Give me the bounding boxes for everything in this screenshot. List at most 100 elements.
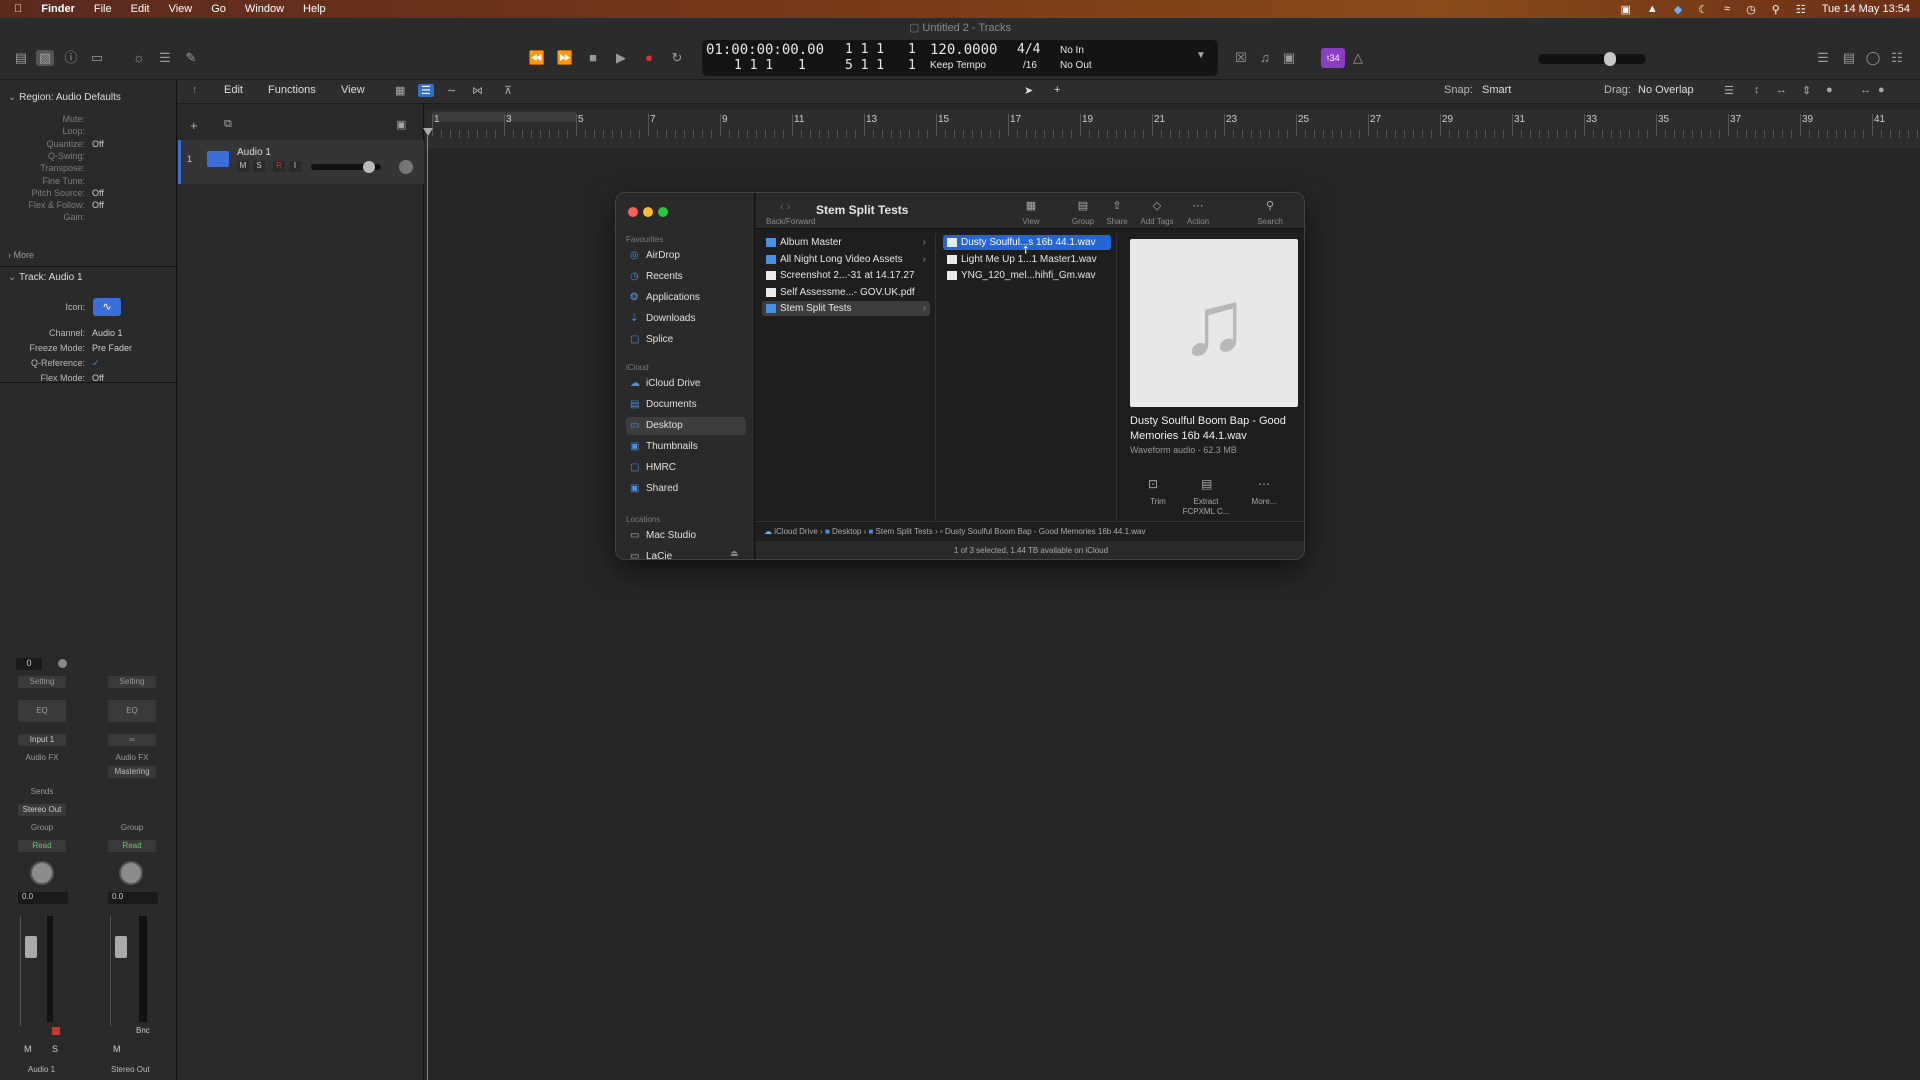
group-label[interactable]: Group	[1068, 217, 1098, 226]
inspector-row-value[interactable]: Off	[92, 188, 104, 198]
replace-icon[interactable]: ☒	[1232, 50, 1250, 66]
extract-icon[interactable]: ▤	[1201, 477, 1212, 491]
control-center-icon[interactable]: ☷	[1796, 3, 1806, 16]
lcd-tempo[interactable]: 120.0000	[930, 42, 997, 58]
pointer-tool-icon[interactable]: ➤	[1024, 84, 1033, 97]
strip2-pan-knob[interactable]	[119, 861, 143, 885]
fast-forward-icon[interactable]: ⏩	[556, 50, 574, 66]
automation-icon[interactable]: ∼	[447, 84, 456, 97]
strip1-value[interactable]: 0	[16, 658, 42, 670]
strip1-sends[interactable]: Sends	[18, 786, 66, 798]
track-solo[interactable]: S	[253, 161, 265, 172]
apple-icon[interactable]: 	[14, 3, 22, 15]
path-desktop[interactable]: Desktop	[832, 527, 861, 536]
strip2-mastering[interactable]: Mastering	[108, 766, 156, 778]
track-inspector-value[interactable]: Audio 1	[92, 328, 123, 338]
menu-view[interactable]: View	[169, 3, 193, 15]
vertical-fit-icon[interactable]: ↕	[1754, 84, 1760, 96]
functions-menu[interactable]: Functions	[268, 84, 316, 96]
strip2-fader-handle[interactable]	[115, 936, 127, 958]
trim-icon[interactable]: ⊡	[1148, 477, 1158, 491]
more-icon[interactable]: ⋯	[1258, 477, 1270, 491]
trim-label[interactable]: Trim	[1138, 497, 1178, 506]
menu-window[interactable]: Window	[245, 3, 284, 15]
track-inspector-value[interactable]: Pre Fader	[92, 343, 132, 353]
strip1-fader-track[interactable]	[20, 916, 54, 1026]
sidebar-item-airdrop[interactable]: ◎ AirDrop	[626, 247, 746, 265]
horizontal-fit-icon[interactable]: ↔	[1776, 84, 1787, 96]
search-label[interactable]: Search	[1250, 217, 1290, 226]
menu-edit[interactable]: Edit	[131, 3, 150, 15]
share-label[interactable]: Share	[1102, 217, 1132, 226]
global-tracks-icon[interactable]: ▣	[396, 118, 406, 131]
column-item[interactable]: Screenshot 2...-31 at 14.17.27	[762, 268, 930, 283]
inspector-icon[interactable]: ▧	[36, 50, 54, 66]
stop-icon[interactable]: ■	[584, 50, 602, 66]
track-header[interactable]: ⌄ Track: Audio 1	[8, 272, 83, 283]
more-label[interactable]: More...	[1244, 497, 1284, 506]
region-header[interactable]: ⌄ Region: Audio Defaults	[8, 92, 121, 103]
extract-label[interactable]: Extract FCPXML C...	[1178, 497, 1234, 517]
wifi-icon[interactable]: ≈	[1724, 3, 1730, 15]
column-item[interactable]: Stem Split Tests ›	[762, 301, 930, 316]
ruler[interactable]: 1 3 5 7 9 11 13 15 17 19 21 23 25 27 29 31 33 35 37 39 41	[425, 110, 1920, 148]
strip1-audiofx[interactable]: Audio FX	[18, 752, 66, 764]
strip1-input[interactable]: Input 1	[18, 734, 66, 746]
vertical-zoom-dot-icon[interactable]: ●	[1826, 84, 1833, 96]
menu-go[interactable]: Go	[211, 3, 226, 15]
strip1-mute[interactable]: M	[24, 1044, 32, 1054]
screen-record-icon[interactable]: ▣	[1621, 3, 1631, 16]
record-icon[interactable]: ●	[640, 50, 658, 66]
sidebar-item-splice[interactable]: ▢ Splice	[626, 331, 746, 349]
track-input-monitor[interactable]: I	[289, 161, 301, 172]
group-icon[interactable]: ▤	[1068, 199, 1098, 212]
airplay-icon[interactable]: ▲	[1647, 3, 1658, 15]
strip2-audiofx[interactable]: Audio FX	[108, 752, 156, 764]
help-icon[interactable]: ⓘ	[62, 50, 80, 66]
action-icon[interactable]: ⋯	[1178, 199, 1218, 212]
mixer-icon[interactable]: ☰	[156, 50, 174, 66]
column-item[interactable]: All Night Long Video Assets ›	[762, 252, 930, 267]
lcd-time-signature[interactable]: 4/4	[1017, 42, 1040, 57]
browser-icon[interactable]: ☷	[1888, 50, 1906, 66]
column-item[interactable]: Self Assessme...- GOV.UK.pdf	[762, 285, 930, 300]
menu-finder[interactable]: Finder	[41, 3, 75, 15]
count-in-badge[interactable]: ♮34	[1321, 48, 1345, 68]
sidebar-item-downloads[interactable]: ⇣ Downloads	[626, 310, 746, 328]
lcd-no-in[interactable]: No In	[1060, 45, 1084, 56]
path-icloud[interactable]: iCloud Drive	[774, 527, 818, 536]
strip1-group[interactable]: Group	[18, 822, 66, 834]
catch-icon[interactable]: ⊼	[504, 84, 512, 97]
track-volume-slider[interactable]	[311, 161, 381, 173]
cycle-icon[interactable]: ↻	[668, 50, 686, 66]
track-volume-knob[interactable]	[363, 161, 375, 173]
menu-file[interactable]: File	[94, 3, 112, 15]
track-header-audio1[interactable]: 1 Audio 1 M S R I	[178, 140, 424, 184]
inspector-row-value[interactable]: Off	[92, 200, 104, 210]
list-editors-icon[interactable]: ☰	[1814, 50, 1832, 66]
track-zoom-icon[interactable]: ⇕	[1802, 84, 1811, 97]
eject-icon[interactable]: ⏏	[730, 548, 739, 559]
search-icon[interactable]: ⚲	[1250, 199, 1290, 212]
strip1-volume[interactable]: 0.0	[18, 892, 68, 904]
track-mute[interactable]: M	[237, 161, 249, 172]
edit-menu[interactable]: Edit	[224, 84, 243, 96]
sidebar-item-icloud-drive[interactable]: ☁ iCloud Drive	[626, 375, 746, 393]
back-icon[interactable]: ↑	[192, 84, 198, 96]
strip2-setting[interactable]: Setting	[108, 676, 156, 688]
strip1-fader-handle[interactable]	[25, 936, 37, 958]
strip2-group[interactable]: Group	[108, 822, 156, 834]
lcd-no-out[interactable]: No Out	[1060, 60, 1092, 71]
library-icon[interactable]: ▤	[12, 50, 30, 66]
waveform-zoom-icon[interactable]: ☰	[1724, 84, 1734, 97]
track-pan-knob[interactable]	[399, 160, 413, 174]
horizontal-zoom-icon[interactable]: ↔	[1860, 84, 1871, 96]
drag-select[interactable]: No Overlap	[1638, 84, 1694, 96]
zoom-slider-knob-icon[interactable]: ●	[1878, 84, 1885, 96]
metronome-icon[interactable]: △	[1349, 50, 1367, 66]
minimize-icon[interactable]	[643, 207, 653, 217]
sidebar-item-mac-studio[interactable]: ▭ Mac Studio	[626, 527, 746, 545]
lcd-display[interactable]: 01:00:00:00.00 1 1 1 1 120.0000 4/4 No I…	[702, 40, 1218, 76]
maximize-icon[interactable]	[658, 207, 668, 217]
solo-icon[interactable]: ▣	[1280, 50, 1298, 66]
